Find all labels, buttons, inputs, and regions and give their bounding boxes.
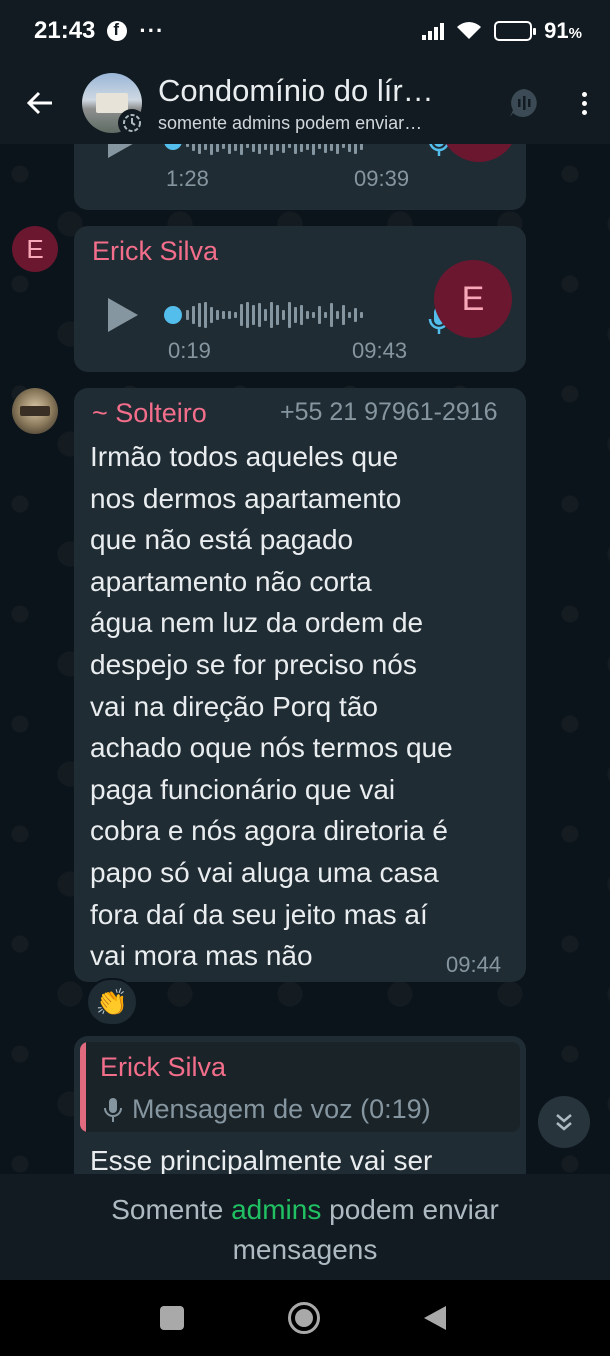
voice-message-bubble[interactable]: 1:28 09:39 [74,144,526,210]
notice-text: Somente [111,1194,232,1225]
overflow-menu-button[interactable] [572,85,596,121]
voice-chat-icon [510,89,537,117]
admins-only-notice: Somente admins podem enviar mensagens [0,1174,610,1280]
quoted-sender: Erick Silva [100,1052,227,1082]
quoted-message[interactable]: Erick Silva Mensagem de voz (0:19) [80,1042,520,1132]
chat-info[interactable]: Condomínio do lír… somente admins podem … [158,73,506,134]
back-button[interactable] [22,85,58,121]
facebook-icon [107,20,128,41]
playback-position-dot[interactable] [164,306,182,324]
system-back-button[interactable] [424,1306,446,1330]
quoted-text: Mensagem de voz (0:19) [132,1094,431,1124]
more-notifications-indicator: ··· [139,18,165,43]
chat-header: Condomínio do lír… somente admins podem … [0,62,610,144]
battery-percent: 91% [544,18,582,43]
message-time: 09:44 [446,952,502,977]
chevron-double-down-icon [556,1114,572,1131]
wifi-icon [457,22,482,39]
message-reaction[interactable]: 👏 [86,978,138,1026]
message-time: 09:43 [352,338,408,363]
waveform[interactable] [186,298,363,332]
sender-avatar[interactable] [12,388,58,434]
quote-accent-bar [80,1042,86,1132]
notice-text: podem enviar [321,1194,499,1225]
playback-position-dot[interactable] [164,144,182,150]
sender-avatar [440,144,518,162]
sender-name[interactable]: ~ Solteiro [92,398,207,429]
notice-text-line2: mensagens [232,1234,378,1265]
timer-icon [123,114,141,132]
mic-icon [104,1097,122,1122]
message-time: 09:39 [354,166,410,191]
voice-duration: 1:28 [166,166,209,191]
chat-messages[interactable]: 1:28 09:39 E Erick Silva E 0:19 09:43 ~ … [0,144,610,1174]
play-icon[interactable] [108,298,138,332]
sender-phone[interactable]: +55 21 97961-2916 [280,398,498,427]
status-ring [118,109,146,137]
sender-avatar[interactable]: E [12,226,58,272]
system-nav-bar [0,1280,610,1356]
voice-chat-button[interactable] [506,85,542,121]
waveform[interactable] [186,144,363,158]
sender-name[interactable]: Erick Silva [92,236,218,267]
voice-duration: 0:19 [168,338,211,363]
play-icon[interactable] [108,144,138,158]
battery-icon [494,21,537,41]
chat-title: Condomínio do lír… [158,72,434,108]
arrow-left-icon [26,91,52,115]
status-bar: 21:43 ··· 91% [0,0,610,62]
signal-icon [422,22,445,40]
recent-apps-button[interactable] [160,1306,184,1330]
reply-message-bubble[interactable]: Erick Silva Mensagem de voz (0:19) Esse … [74,1036,526,1174]
admins-link[interactable]: admins [231,1194,321,1225]
chat-subtitle: somente admins podem enviar… [158,112,423,133]
message-text: Esse principalmente vai ser [90,1145,433,1174]
status-time: 21:43 [34,17,96,44]
home-button[interactable] [288,1302,320,1334]
scroll-to-bottom-button[interactable] [538,1096,590,1148]
voice-message-bubble[interactable]: Erick Silva E 0:19 09:43 [74,226,526,372]
message-text: Irmão todos aqueles que nos dermos apart… [90,441,453,972]
text-message-bubble[interactable]: ~ Solteiro +55 21 97961-2916 Irmão todos… [74,388,526,982]
group-avatar[interactable] [82,73,146,137]
voice-sender-avatar: E [434,260,512,338]
